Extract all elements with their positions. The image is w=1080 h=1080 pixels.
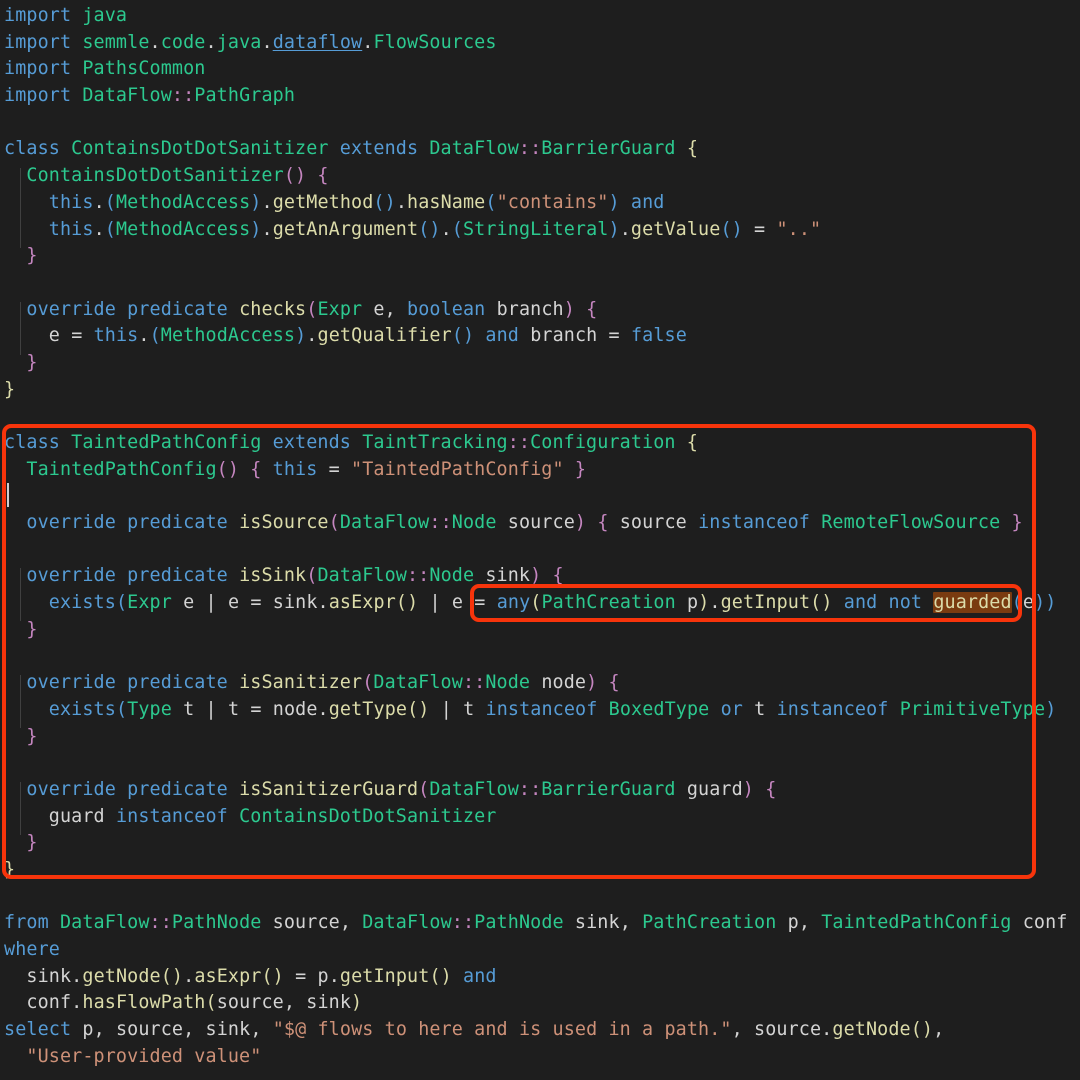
code-editor[interactable]: import java import semmle.code.java.data…	[0, 0, 1080, 1080]
error-token-guarded[interactable]: guarded	[933, 592, 1012, 614]
code-line[interactable]: override predicate isSource(DataFlow::No…	[0, 510, 1080, 537]
code-line[interactable]: override predicate isSink(DataFlow::Node…	[0, 563, 1080, 590]
code-line[interactable]: TaintedPathConfig() { this = "TaintedPat…	[0, 457, 1080, 484]
code-line[interactable]: this.(MethodAccess).getMethod().hasName(…	[0, 190, 1080, 217]
code-line[interactable]: e = this.(MethodAccess).getQualifier() a…	[0, 323, 1080, 350]
code-line-blank[interactable]	[0, 270, 1080, 297]
code-line[interactable]: conf.hasFlowPath(source, sink)	[0, 990, 1080, 1017]
code-line[interactable]: this.(MethodAccess).getAnArgument().(Str…	[0, 217, 1080, 244]
code-line[interactable]: exists(Type t | t = node.getType() | t i…	[0, 697, 1080, 724]
code-line[interactable]: class TaintedPathConfig extends TaintTra…	[0, 430, 1080, 457]
code-line[interactable]: guard instanceof ContainsDotDotSanitizer	[0, 804, 1080, 831]
code-line[interactable]: override predicate isSanitizer(DataFlow:…	[0, 670, 1080, 697]
code-line-blank[interactable]	[0, 403, 1080, 430]
code-line[interactable]: import PathsCommon	[0, 56, 1080, 83]
code-line[interactable]: }	[0, 724, 1080, 751]
code-line[interactable]: override predicate isSanitizerGuard(Data…	[0, 777, 1080, 804]
code-line-blank[interactable]	[0, 644, 1080, 671]
code-line[interactable]: import semmle.code.java.dataflow.FlowSou…	[0, 30, 1080, 57]
code-line-blank[interactable]	[0, 884, 1080, 911]
code-line[interactable]: class ContainsDotDotSanitizer extends Da…	[0, 136, 1080, 163]
code-line[interactable]: exists(Expr e | e = sink.asExpr() | e = …	[0, 590, 1080, 617]
code-line[interactable]: ContainsDotDotSanitizer() {	[0, 163, 1080, 190]
code-line-blank[interactable]	[0, 537, 1080, 564]
code-line[interactable]: import java	[0, 3, 1080, 30]
code-line[interactable]: "User-provided value"	[0, 1044, 1080, 1071]
code-line[interactable]: select p, source, sink, "$@ flows to her…	[0, 1017, 1080, 1044]
code-line-blank[interactable]	[0, 110, 1080, 137]
dataflow-link[interactable]: dataflow	[273, 32, 363, 53]
code-line-blank[interactable]	[0, 483, 1080, 510]
code-content[interactable]: import java import semmle.code.java.data…	[0, 0, 1080, 1080]
code-line-blank[interactable]	[0, 750, 1080, 777]
code-line[interactable]: sink.getNode().asExpr() = p.getInput() a…	[0, 964, 1080, 991]
code-line[interactable]: }	[0, 350, 1080, 377]
code-line[interactable]: override predicate checks(Expr e, boolea…	[0, 297, 1080, 324]
code-line[interactable]: }	[0, 857, 1080, 884]
code-line[interactable]: where	[0, 937, 1080, 964]
code-line[interactable]: }	[0, 243, 1080, 270]
code-line[interactable]: }	[0, 617, 1080, 644]
code-line[interactable]: from DataFlow::PathNode source, DataFlow…	[0, 910, 1080, 937]
code-line[interactable]: }	[0, 830, 1080, 857]
code-line[interactable]: }	[0, 377, 1080, 404]
code-line[interactable]: import DataFlow::PathGraph	[0, 83, 1080, 110]
